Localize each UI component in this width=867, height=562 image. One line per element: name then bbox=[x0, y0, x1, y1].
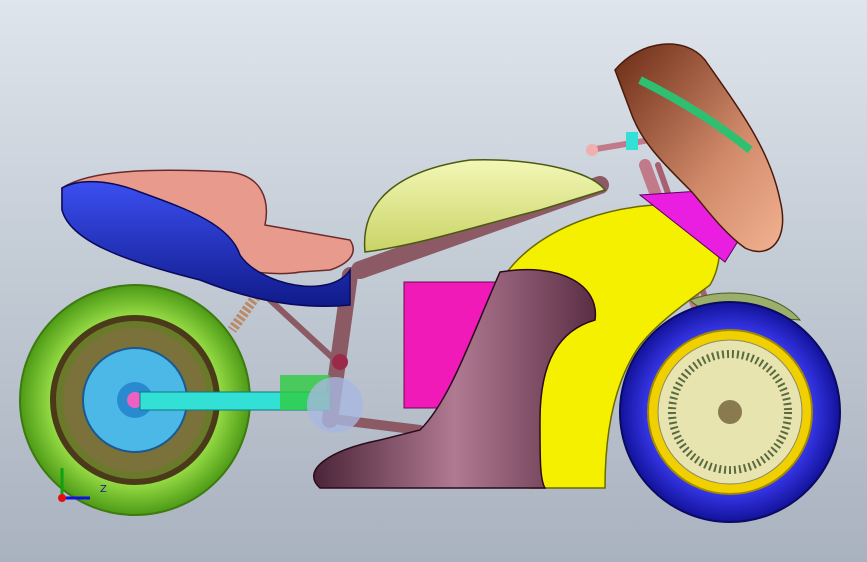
handlebar[interactable] bbox=[587, 137, 653, 153]
motorcycle-model[interactable] bbox=[0, 0, 867, 562]
lever-clamp[interactable] bbox=[626, 132, 638, 150]
front-sprocket[interactable] bbox=[307, 377, 363, 433]
grip[interactable] bbox=[586, 144, 598, 156]
cad-viewport[interactable]: Z bbox=[0, 0, 867, 562]
rear-cowl[interactable] bbox=[61, 169, 354, 308]
front-wheel[interactable] bbox=[619, 301, 841, 523]
z-axis-label: Z bbox=[100, 484, 107, 495]
x-axis-icon bbox=[58, 494, 66, 502]
